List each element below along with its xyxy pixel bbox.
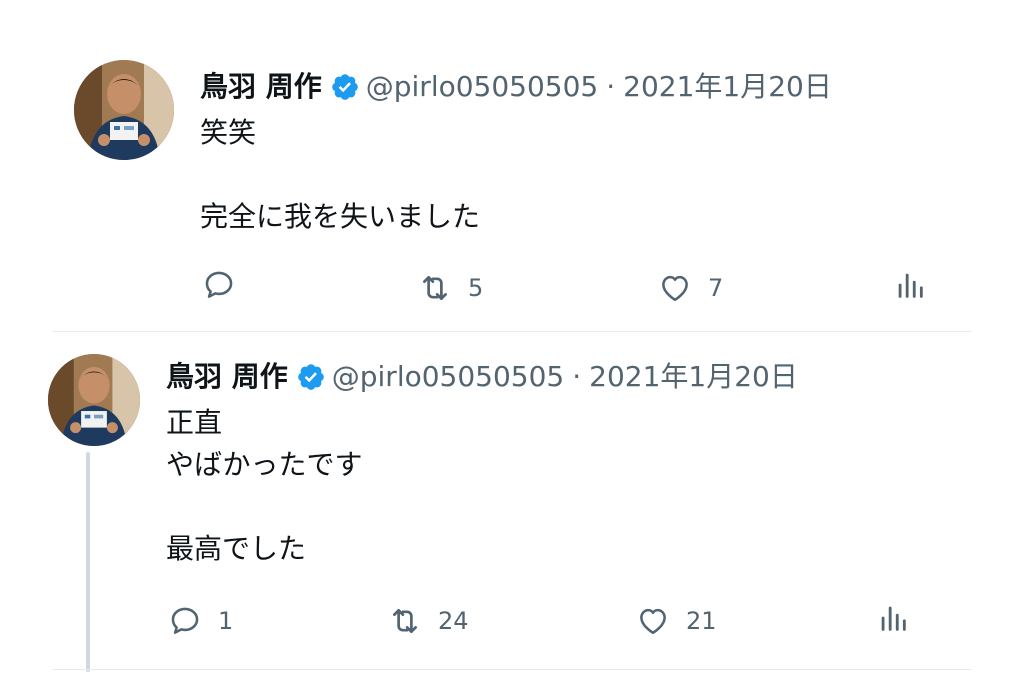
tweet-text-line: 完全に我を失いました <box>200 200 481 233</box>
tweet-header: 鳥羽 周作 @pirlo05050505 · 2021年1月20日 <box>166 360 798 394</box>
tweet-text-line: 正直 <box>166 406 223 439</box>
analytics-icon <box>898 273 923 298</box>
tweet-text-line: やばかったです <box>166 448 363 481</box>
author-handle[interactable]: @pirlo05050505 <box>332 360 565 394</box>
author-handle[interactable]: @pirlo05050505 <box>366 70 599 104</box>
heart-icon <box>640 608 666 635</box>
tweet-divider <box>52 331 972 332</box>
avatar-image <box>48 354 140 446</box>
analytics-button[interactable] <box>876 601 910 635</box>
verified-badge-icon <box>296 362 326 392</box>
tweet-text-blank-line <box>166 486 363 528</box>
tweet-text-line: 笑笑 <box>200 116 257 149</box>
tweet-actions: 5 7 <box>0 268 1024 308</box>
reply-button[interactable] <box>202 268 252 302</box>
retweet-icon <box>423 276 447 300</box>
retweet-count: 5 <box>468 274 484 302</box>
like-button[interactable]: 21 <box>636 601 717 641</box>
tweet-header: 鳥羽 周作 @pirlo05050505 · 2021年1月20日 <box>200 70 832 104</box>
tweet-text: 笑笑 完全に我を失いました <box>200 112 480 238</box>
author-name[interactable]: 鳥羽 周作 <box>166 360 288 394</box>
avatar[interactable] <box>48 354 140 446</box>
reply-icon <box>205 271 233 298</box>
header-separator: · <box>606 70 616 103</box>
retweet-count: 24 <box>438 607 469 635</box>
tweet[interactable]: 鳥羽 周作 @pirlo05050505 · 2021年1月20日 笑笑 完全に… <box>0 0 1024 332</box>
tweet[interactable]: 鳥羽 周作 @pirlo05050505 · 2021年1月20日 正直 やばか… <box>0 333 1024 673</box>
tweet-text-line: 最高でした <box>166 532 307 565</box>
reply-button[interactable]: 1 <box>168 601 233 641</box>
like-count: 21 <box>686 607 717 635</box>
tweet-actions: 1 24 21 <box>0 601 1024 641</box>
like-count: 7 <box>708 274 724 302</box>
author-name[interactable]: 鳥羽 周作 <box>200 70 322 104</box>
analytics-button[interactable] <box>893 268 927 302</box>
reply-count: 1 <box>218 607 234 635</box>
tweet-divider <box>52 669 972 670</box>
tweet-date[interactable]: 2021年1月20日 <box>623 70 832 104</box>
retweet-button[interactable]: 24 <box>388 601 469 641</box>
avatar[interactable] <box>74 60 174 160</box>
tweet-text-blank-line <box>200 154 480 196</box>
like-button[interactable]: 7 <box>658 268 723 308</box>
retweet-button[interactable]: 5 <box>418 268 483 308</box>
analytics-icon <box>881 606 906 631</box>
header-separator: · <box>572 360 582 393</box>
tweet-date[interactable]: 2021年1月20日 <box>589 360 798 394</box>
tweet-text: 正直 やばかったです 最高でした <box>166 402 363 570</box>
retweet-icon <box>393 609 417 633</box>
heart-icon <box>662 275 688 302</box>
verified-badge-icon <box>330 72 360 102</box>
avatar-image <box>74 60 174 160</box>
reply-icon <box>171 607 199 634</box>
